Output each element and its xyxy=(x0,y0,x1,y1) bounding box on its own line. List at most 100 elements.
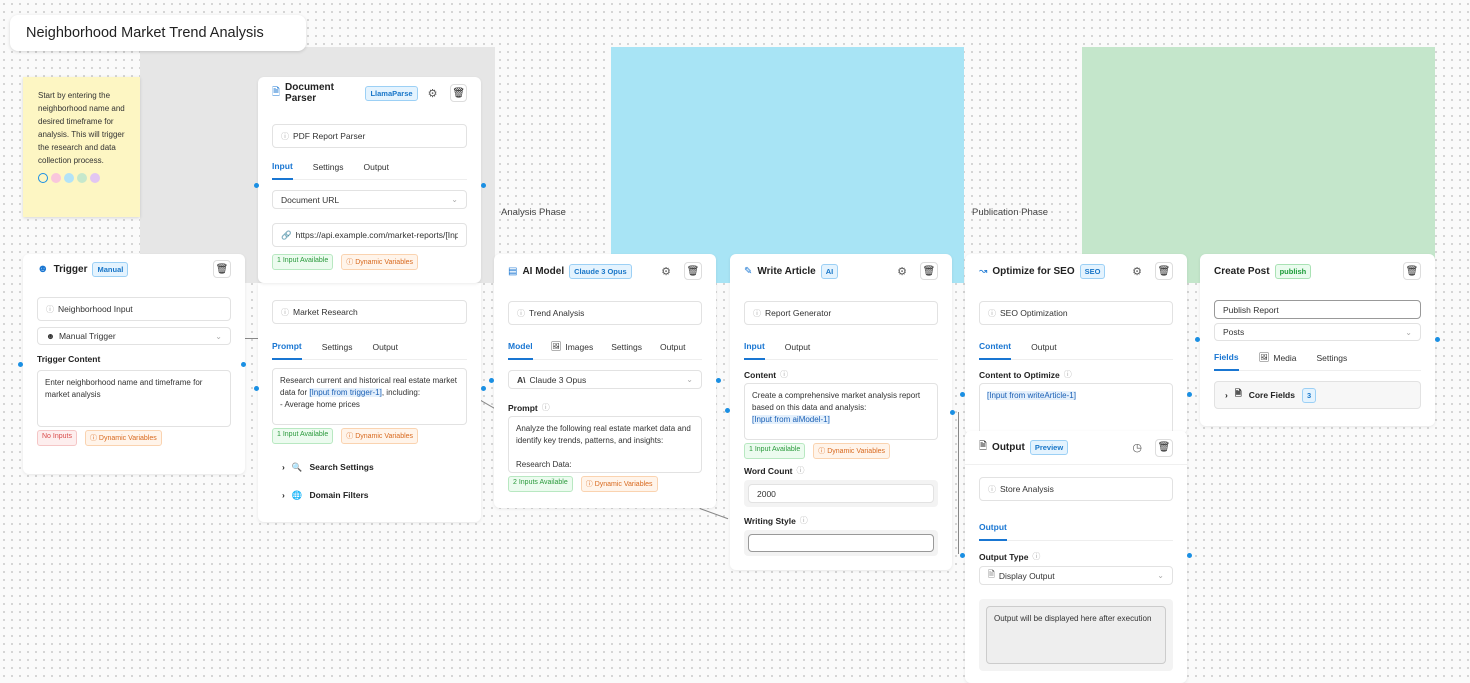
handle[interactable] xyxy=(254,386,259,391)
tab-fields[interactable]: Fields xyxy=(1214,345,1239,371)
gear-icon[interactable]: ⚙ xyxy=(661,265,671,278)
writing-style-input[interactable] xyxy=(748,534,934,552)
file-icon: 🗎 xyxy=(1234,388,1242,398)
tab-settings[interactable]: Settings xyxy=(313,154,344,180)
collection-select[interactable]: Posts ⌄ xyxy=(1214,323,1421,341)
url-input[interactable]: 🔗 https://api.example.com/market-reports/… xyxy=(272,223,467,247)
sticky-note[interactable]: Start by entering the neighborhood name … xyxy=(23,77,140,217)
output-type-select[interactable]: 🗎 Display Output ⌄ xyxy=(979,566,1173,585)
dynamic-variables-chip[interactable]: ⓘ Dynamic Variables xyxy=(341,428,419,444)
handle[interactable] xyxy=(725,408,730,413)
file-icon: 🗎 xyxy=(988,568,995,579)
handle[interactable] xyxy=(241,362,246,367)
handle[interactable] xyxy=(481,183,486,188)
tab-input[interactable]: Input xyxy=(272,154,293,180)
dynamic-variables-chip[interactable]: ⓘ Dynamic Variables xyxy=(813,443,891,459)
info-icon: ⓘ xyxy=(796,466,805,475)
edge xyxy=(480,400,495,409)
ai-model-node[interactable]: ▤ AI Model Claude 3 Opus ⚙ 🗑 ⓘ Trend Anal… xyxy=(494,254,716,508)
tab-model[interactable]: Model xyxy=(508,334,533,360)
tab-images[interactable]: 🖼 Images xyxy=(551,334,594,360)
delete-button[interactable]: 🗑 xyxy=(213,260,231,278)
trigger-content-textarea[interactable]: Enter neighborhood name and timeframe fo… xyxy=(37,370,231,427)
handle[interactable] xyxy=(254,183,259,188)
write-article-node[interactable]: ✎ Write Article AI ⚙ 🗑 ⓘ Report Generator… xyxy=(730,254,952,570)
word-count-input[interactable]: 2000 xyxy=(748,484,934,503)
handle[interactable] xyxy=(1435,337,1440,342)
tab-input[interactable]: Input xyxy=(744,334,765,360)
handle[interactable] xyxy=(950,410,955,415)
chevron-down-icon: ⌄ xyxy=(1157,571,1164,580)
node-name-field[interactable]: ⓘ PDF Report Parser xyxy=(272,124,467,148)
node-name-field[interactable]: ⓘ Neighborhood Input xyxy=(37,297,231,321)
tab-output[interactable]: Output xyxy=(979,515,1007,541)
delete-button[interactable]: 🗑 xyxy=(1155,438,1173,457)
delete-button[interactable]: 🗑 xyxy=(1155,262,1173,280)
tab-output[interactable]: Output xyxy=(1031,334,1057,360)
handle[interactable] xyxy=(1195,337,1200,342)
handle[interactable] xyxy=(716,378,721,383)
tab-output[interactable]: Output xyxy=(785,334,811,360)
dynamic-variables-chip[interactable]: ⓘ Dynamic Variables xyxy=(84,430,162,446)
tab-prompt[interactable]: Prompt xyxy=(272,334,302,360)
node-title: AI Model xyxy=(522,265,565,277)
delete-button[interactable]: 🗑 xyxy=(450,84,467,102)
tab-media[interactable]: 🖼 Media xyxy=(1259,345,1297,371)
domain-filters-section[interactable]: › 🌐 Domain Filters xyxy=(272,481,467,509)
prompt-textarea[interactable]: Research current and historical real est… xyxy=(272,368,467,425)
document-parser-node[interactable]: 🗎 Document Parser LlamaParse ⚙ 🗑 ⓘ PDF Re… xyxy=(258,77,481,283)
tab-output[interactable]: Output xyxy=(660,334,686,360)
search-settings-section[interactable]: › 🔍 Search Settings xyxy=(272,453,467,481)
node-name-field[interactable]: ⓘ Trend Analysis xyxy=(508,301,702,325)
chevron-down-icon: ⌄ xyxy=(1405,327,1412,337)
file-icon: 🗎 xyxy=(979,441,988,452)
gear-icon[interactable]: ⚙ xyxy=(428,87,438,100)
node-name-field[interactable]: ⓘ SEO Optimization xyxy=(979,301,1173,325)
tab-content[interactable]: Content xyxy=(979,334,1012,360)
trigger-node[interactable]: ☻ Trigger Manual 🗑 ⓘ Neighborhood Input ☻… xyxy=(23,254,245,474)
core-fields-section[interactable]: › 🗎 Core Fields 3 xyxy=(1214,381,1421,409)
create-post-node[interactable]: Create Post publish 🗑 Publish Report Pos… xyxy=(1200,254,1435,426)
output-display[interactable]: Output will be displayed here after exec… xyxy=(986,606,1166,664)
gear-icon[interactable]: ⚙ xyxy=(897,265,907,278)
chevron-right-icon: › xyxy=(282,462,285,472)
trigger-type-select[interactable]: ☻ Manual Trigger ⌄ xyxy=(37,327,231,345)
content-textarea[interactable]: Create a comprehensive market analysis r… xyxy=(744,383,938,440)
post-name-input[interactable]: Publish Report xyxy=(1214,300,1421,319)
swatch-purple[interactable] xyxy=(90,173,100,183)
history-icon[interactable]: ◷ xyxy=(1132,441,1142,454)
tab-settings[interactable]: Settings xyxy=(322,334,353,360)
delete-button[interactable]: 🗑 xyxy=(1403,262,1421,280)
seo-node[interactable]: ↝ Optimize for SEO SEO ⚙ 🗑 ⓘ SEO Optimiza… xyxy=(965,254,1187,443)
delete-button[interactable]: 🗑 xyxy=(684,262,702,280)
swatch-pink[interactable] xyxy=(51,173,61,183)
output-node[interactable]: 🗎 Output Preview ◷ 🗑 ⓘ Store Analysis Out… xyxy=(965,431,1187,683)
swatch-yellow[interactable] xyxy=(38,173,48,183)
handle[interactable] xyxy=(960,553,965,558)
handle[interactable] xyxy=(489,378,494,383)
handle[interactable] xyxy=(1187,392,1192,397)
handle[interactable] xyxy=(18,362,23,367)
handle[interactable] xyxy=(481,386,486,391)
canvas-title[interactable]: Neighborhood Market Trend Analysis xyxy=(10,15,306,51)
node-name-field[interactable]: ⓘ Market Research xyxy=(272,300,467,324)
delete-button[interactable]: 🗑 xyxy=(920,262,938,280)
trash-icon: 🗑 xyxy=(686,265,700,277)
handle[interactable] xyxy=(1187,553,1192,558)
node-name-field[interactable]: ⓘ Store Analysis xyxy=(979,477,1173,501)
dynamic-variables-chip[interactable]: ⓘ Dynamic Variables xyxy=(341,254,419,270)
gear-icon[interactable]: ⚙ xyxy=(1132,265,1142,278)
swatch-blue[interactable] xyxy=(64,173,74,183)
dynamic-variables-chip[interactable]: ⓘ Dynamic Variables xyxy=(580,476,658,492)
prompt-textarea[interactable]: Analyze the following real estate market… xyxy=(508,416,702,473)
tab-settings[interactable]: Settings xyxy=(1317,345,1348,371)
handle[interactable] xyxy=(960,392,965,397)
source-select[interactable]: Document URL ⌄ xyxy=(272,190,467,209)
market-research-node[interactable]: ⓘ Market Research Prompt Settings Output Re… xyxy=(258,283,481,522)
model-select[interactable]: A\ Claude 3 Opus ⌄ xyxy=(508,370,702,389)
swatch-green[interactable] xyxy=(77,173,87,183)
node-name-field[interactable]: ⓘ Report Generator xyxy=(744,301,938,325)
tab-settings[interactable]: Settings xyxy=(611,334,642,360)
tab-output[interactable]: Output xyxy=(372,334,398,360)
tab-output[interactable]: Output xyxy=(364,154,390,180)
